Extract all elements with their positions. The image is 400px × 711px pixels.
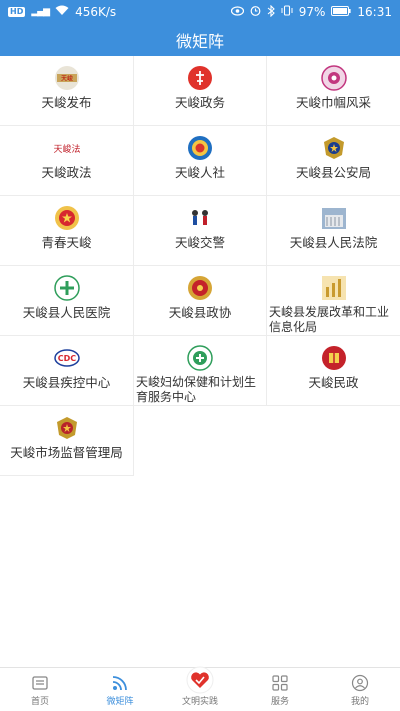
- grid-item-label: 天峻市场监督管理局: [10, 445, 123, 460]
- grid-item-market-supervision[interactable]: 天峻市场监督管理局: [0, 406, 134, 476]
- account-grid: 天峻 天峻发布 天峻政务 天峻巾帼风采 天峻法 天峻政法 天峻人社 天峻县公安局: [0, 56, 400, 476]
- network-speed: 456K/s: [75, 5, 117, 19]
- women-federation-logo: [320, 65, 347, 91]
- app-header: 微矩阵: [0, 24, 400, 56]
- grid-item-label: 天峻政法: [41, 165, 92, 180]
- tab-label: 文明实践: [181, 697, 218, 707]
- tianjun-fabu-logo: 天峻: [54, 65, 80, 91]
- grid-item-label: 天峻县发展改革和工业信息化局: [269, 305, 390, 334]
- renshe-logo: [187, 135, 213, 161]
- clock-time: 16:31: [357, 5, 392, 19]
- grid-item-cdc[interactable]: CDC 天峻县疾控中心: [0, 336, 134, 406]
- traffic-police-logo: [187, 205, 213, 231]
- rss-icon: [112, 676, 127, 691]
- grid-item-label: 天峻巾帼风采: [295, 95, 371, 110]
- grid-item-label: 天峻县疾控中心: [22, 375, 111, 390]
- tab-mine[interactable]: 我的: [320, 674, 400, 711]
- cellular-signal-icon: ▂▄▆: [31, 7, 50, 17]
- grid-item-label: 天峻人社: [174, 165, 225, 180]
- grid-item-zhengfa[interactable]: 天峻法 天峻政法: [0, 126, 134, 196]
- tab-civilization-practice[interactable]: 文明实践: [160, 666, 240, 711]
- grid-item-hospital[interactable]: 天峻县人民医院: [0, 266, 134, 336]
- heart-logo-icon: [186, 666, 214, 694]
- alarm-icon: [250, 5, 261, 19]
- tab-label: 首页: [30, 697, 49, 707]
- grid-item-label: 天峻交警: [174, 235, 225, 250]
- svg-text:天峻法: 天峻法: [54, 143, 80, 155]
- civil-affairs-logo: [321, 345, 347, 371]
- grid-item-renshe[interactable]: 天峻人社: [134, 126, 267, 196]
- eye-icon: [230, 5, 244, 19]
- status-bar: HD ▂▄▆ 456K/s 97% 16:31: [0, 0, 400, 24]
- tab-home[interactable]: 首页: [0, 674, 80, 711]
- grid-item-label: 天峻发布: [41, 95, 92, 110]
- grid-item-cppcc[interactable]: 天峻县政协: [134, 266, 267, 336]
- police-badge-logo: [321, 135, 347, 161]
- grid-item-label: 天峻县公安局: [295, 165, 371, 180]
- tab-label: 服务: [270, 697, 289, 707]
- vibrate-icon: [281, 5, 293, 19]
- home-news-icon: [32, 676, 48, 690]
- grid-item-tianjun-fabu[interactable]: 天峻 天峻发布: [0, 56, 134, 126]
- grid-item-zhengwu[interactable]: 天峻政务: [134, 56, 267, 126]
- grid-item-label: 青春天峻: [41, 235, 92, 250]
- wifi-icon: [55, 5, 69, 19]
- cppcc-logo: [187, 275, 213, 301]
- grid-item-youth[interactable]: 青春天峻: [0, 196, 134, 266]
- grid-item-label: 天峻妇幼保健和计划生育服务中心: [136, 375, 257, 404]
- page-title: 微矩阵: [175, 32, 224, 51]
- grid-item-women-federation[interactable]: 天峻巾帼风采: [267, 56, 400, 126]
- grid-item-label: 天峻县人民法院: [289, 235, 378, 250]
- grid-item-court[interactable]: 天峻县人民法院: [267, 196, 400, 266]
- youth-league-logo: [54, 205, 80, 231]
- bluetooth-icon: [267, 4, 275, 20]
- grid-item-traffic-police[interactable]: 天峻交警: [134, 196, 267, 266]
- battery-percent: 97%: [298, 5, 326, 19]
- tab-micro-matrix[interactable]: 微矩阵: [80, 674, 160, 711]
- court-building-logo: [321, 205, 347, 231]
- svg-text:CDC: CDC: [57, 354, 76, 363]
- zhengwu-logo: [187, 65, 213, 91]
- svg-text:天峻: 天峻: [60, 75, 72, 83]
- market-supervision-logo: [54, 415, 80, 441]
- grid-item-maternal-health[interactable]: 天峻妇幼保健和计划生育服务中心: [134, 336, 267, 406]
- tab-services[interactable]: 服务: [240, 674, 320, 711]
- development-logo: [321, 275, 347, 301]
- tab-label: 微矩阵: [106, 697, 134, 707]
- profile-icon: [351, 674, 369, 692]
- grid-item-label: 天峻县人民医院: [22, 305, 111, 320]
- grid-item-label: 天峻民政: [308, 375, 359, 390]
- hospital-logo: [53, 275, 80, 301]
- maternal-health-logo: [187, 345, 213, 371]
- battery-icon: [331, 5, 352, 19]
- grid-item-police[interactable]: 天峻县公安局: [267, 126, 400, 196]
- zhengfa-logo: 天峻法: [54, 135, 80, 161]
- grid-item-civil-affairs[interactable]: 天峻民政: [267, 336, 400, 406]
- grid-item-label: 天峻县政协: [168, 305, 232, 320]
- grid-icon: [272, 675, 288, 691]
- hd-indicator: HD: [8, 7, 26, 17]
- cdc-logo: CDC: [53, 345, 80, 371]
- grid-item-development[interactable]: 天峻县发展改革和工业信息化局: [267, 266, 400, 336]
- tab-label: 我的: [350, 697, 369, 707]
- grid-item-label: 天峻政务: [174, 95, 225, 110]
- bottom-tab-bar: 首页 微矩阵 文明实践 服务 我的: [0, 666, 400, 711]
